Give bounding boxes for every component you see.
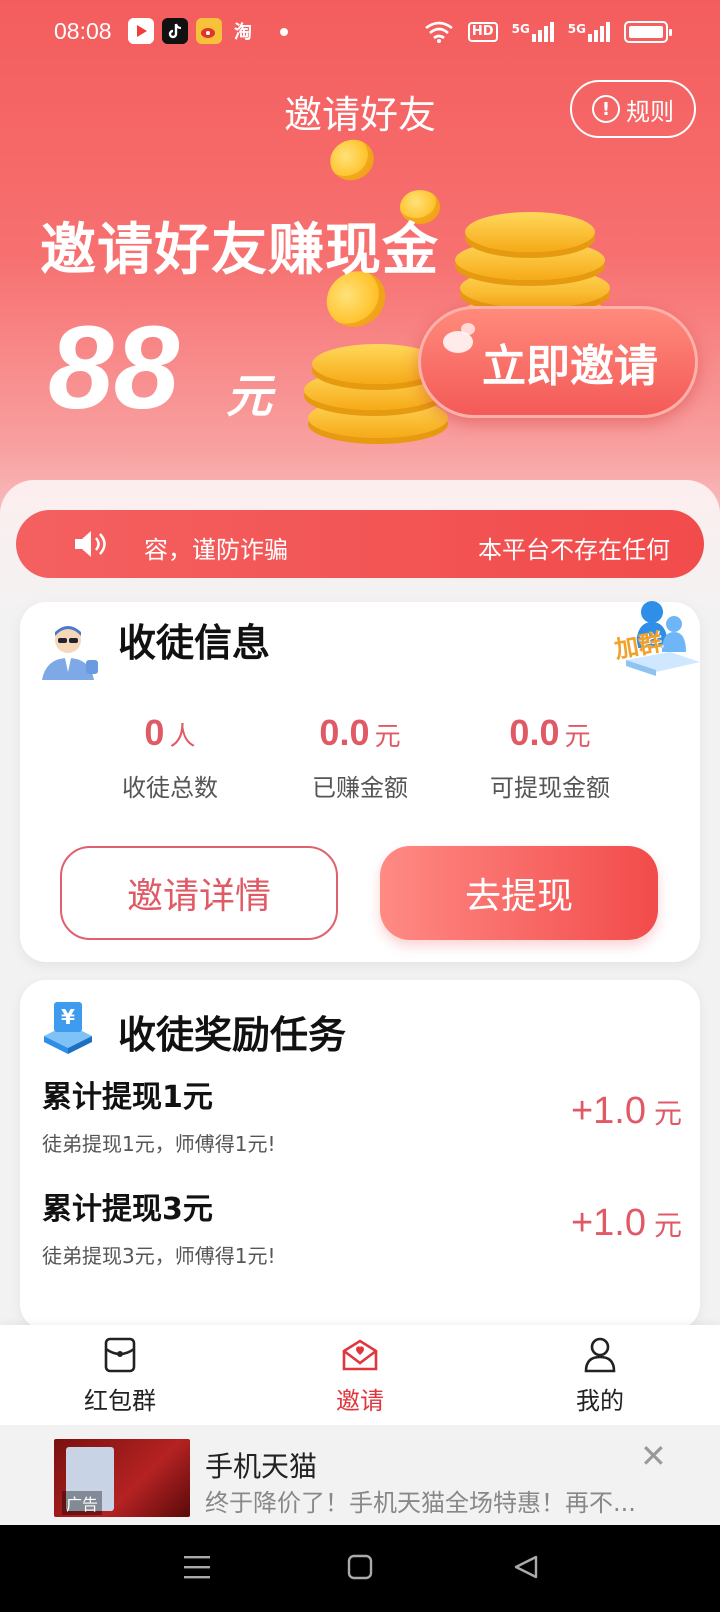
stat-unit: 元 <box>374 722 401 752</box>
ad-banner[interactable]: 广告 手机天猫 终于降价了！手机天猫全场特惠！再不... ✕ <box>0 1425 720 1525</box>
tab-red-packet-group[interactable]: 红包群 <box>40 1335 200 1416</box>
rules-label: 规则 <box>626 97 674 126</box>
stat-label: 已赚金额 <box>312 774 408 802</box>
signal-bars-icon <box>588 22 610 42</box>
tab-mine[interactable]: 我的 <box>520 1335 680 1416</box>
notice-text: 本平台不存在任何 <box>478 536 670 564</box>
home-icon[interactable] <box>346 1553 374 1581</box>
reward-amount: 88 <box>48 302 180 434</box>
invite-envelope-icon <box>342 1339 378 1371</box>
signal-bars-icon <box>531 22 554 42</box>
user-icon <box>584 1337 616 1373</box>
bottom-tab-bar: 红包群 邀请 我的 <box>0 1325 720 1425</box>
invite-details-button[interactable]: 邀请详情 <box>60 846 338 940</box>
notification-dot <box>280 28 288 36</box>
mentor-avatar-icon <box>42 626 98 680</box>
hd-badge: HD <box>467 22 498 42</box>
reward-tasks-title: 收徒奖励任务 <box>118 1013 347 1057</box>
notice-text: 容，谨防诈骗 <box>144 536 288 564</box>
svg-text:淘: 淘 <box>234 21 252 43</box>
money-box-icon: ¥ <box>44 1002 92 1054</box>
reward-tasks-card: ¥ 收徒奖励任务 累计提现1元 徒弟提现1元，师傅得1元! +1.0 元 累计提现… <box>20 980 700 1330</box>
speaker-icon <box>75 531 106 557</box>
tab-invite[interactable]: 邀请 <box>280 1335 440 1416</box>
invite-now-button[interactable]: 立即邀请 <box>418 306 698 418</box>
ad-thumbnail: 广告 <box>54 1439 190 1517</box>
stat-value: 0.0 <box>319 712 370 753</box>
taobao-app-icon: 淘 <box>232 18 258 49</box>
reward-amount-unit: 元 <box>226 369 272 423</box>
task-item[interactable]: 累计提现1元 徒弟提现1元，师傅得1元! +1.0 元 <box>42 1072 682 1157</box>
task-reward: +1.0 元 <box>571 1090 682 1133</box>
close-icon[interactable]: ✕ <box>640 1437 667 1475</box>
task-reward: +1.0 元 <box>571 1202 682 1245</box>
hero-headline: 邀请好友赚现金 <box>40 218 439 283</box>
stat-value: 0 <box>144 712 165 753</box>
task-reward-unit: 元 <box>653 1210 682 1241</box>
status-indicators: HD 5G 5G <box>424 18 672 46</box>
info-icon: ! <box>592 95 620 123</box>
invite-now-label: 立即邀请 <box>482 341 658 392</box>
signal-5g-1: 5G <box>512 22 554 42</box>
button-shine <box>461 323 475 335</box>
stat-label: 收徒总数 <box>122 774 218 802</box>
back-icon[interactable] <box>512 1553 540 1581</box>
apprentice-info-card: 收徒信息 0 人 收徒总数 0.0 元 已赚金额 0.0 元 可提现金额 邀请详… <box>20 602 700 962</box>
ad-title: 手机天猫 <box>205 1450 318 1483</box>
tab-label: 邀请 <box>336 1387 384 1415</box>
svg-text:¥: ¥ <box>61 1005 75 1029</box>
menu-icon[interactable] <box>182 1553 212 1581</box>
stat-value: 0.0 <box>509 712 560 753</box>
task-reward-value: +1.0 <box>570 1202 646 1244</box>
network-type-label: 5G <box>567 22 586 36</box>
task-item[interactable]: 累计提现3元 徒弟提现3元，师傅得1元! +1.0 元 <box>42 1184 682 1269</box>
battery-icon <box>624 21 672 43</box>
stat-label: 可提现金额 <box>490 774 610 802</box>
join-group-button[interactable]: 加群 <box>612 598 708 694</box>
notice-marquee: 容，谨防诈骗 本平台不存在任何 <box>16 510 704 578</box>
wifi-icon <box>425 21 453 43</box>
status-time: 08:08 <box>54 18 112 44</box>
task-reward-value: +1.0 <box>570 1090 646 1132</box>
coin-stack-decoration <box>465 212 595 252</box>
apprentice-info-title: 收徒信息 <box>118 621 271 665</box>
stat-earned-amount: 0.0 元 已赚金额 <box>250 712 470 803</box>
weibo-app-icon <box>196 18 222 44</box>
red-packet-icon <box>104 1337 136 1373</box>
withdraw-button[interactable]: 去提现 <box>380 846 658 940</box>
system-navigation-bar <box>0 1525 720 1612</box>
coin-decoration <box>324 133 380 187</box>
ad-description: 终于降价了！手机天猫全场特惠！再不... <box>205 1489 636 1517</box>
rules-button[interactable]: ! 规则 <box>570 80 696 138</box>
task-reward-unit: 元 <box>653 1098 682 1129</box>
stat-total-apprentices: 0 人 收徒总数 <box>60 712 280 803</box>
network-type-label: 5G <box>511 22 530 36</box>
stat-withdrawable-amount: 0.0 元 可提现金额 <box>440 712 660 803</box>
tiktok-app-icon <box>162 18 188 44</box>
signal-5g-2: 5G <box>568 22 610 42</box>
stat-unit: 人 <box>169 722 196 752</box>
tab-label: 我的 <box>576 1387 624 1415</box>
status-bar: 08:08 淘 HD 5G 5G <box>0 0 720 64</box>
tab-label: 红包群 <box>84 1387 156 1415</box>
stat-unit: 元 <box>564 722 591 752</box>
video-app-icon <box>128 18 154 44</box>
ad-label: 广告 <box>62 1491 103 1515</box>
